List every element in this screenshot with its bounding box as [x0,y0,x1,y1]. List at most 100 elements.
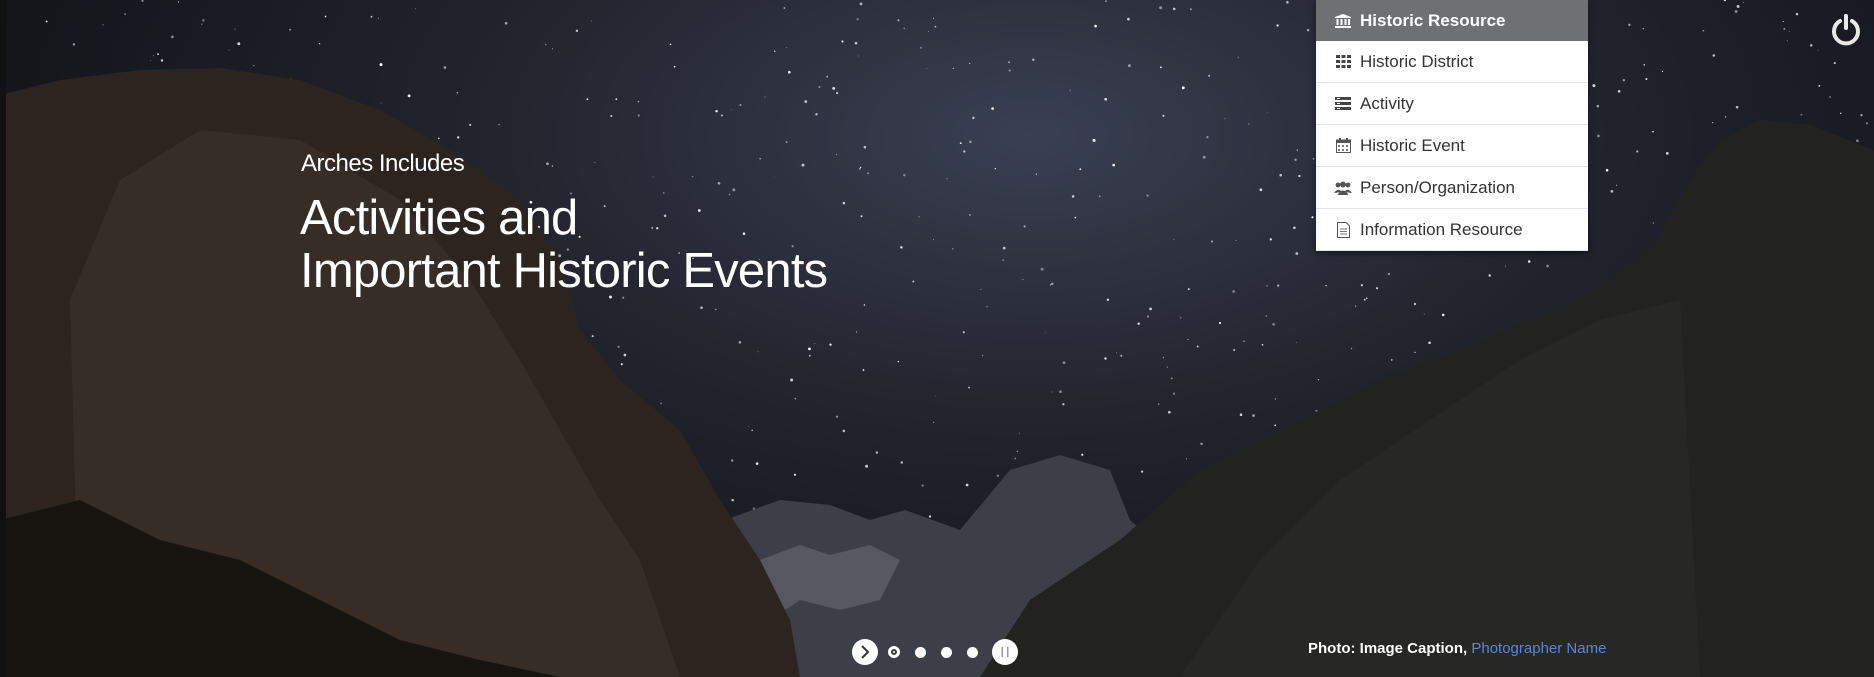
power-icon[interactable] [1830,14,1862,46]
star [1128,64,1131,67]
pause-button[interactable] [992,639,1018,665]
star [617,345,620,349]
star [1187,339,1189,340]
users-icon [1334,180,1352,196]
star [794,397,797,400]
star [785,141,788,144]
star [1390,359,1393,361]
star [1605,168,1609,172]
star [1206,136,1209,139]
hero-slide: Arches Includes Activities and Important… [0,0,1874,677]
menu-item-person-organization[interactable]: Person/Organization [1316,167,1588,209]
menu-item-information-resource[interactable]: Information Resource [1316,209,1588,251]
star [1094,24,1097,28]
star [933,239,934,241]
star [1269,238,1272,241]
star [252,64,255,67]
star [774,50,776,52]
star [660,402,663,405]
star [986,305,988,308]
star [1023,225,1026,228]
star [1261,343,1264,346]
star [875,451,879,454]
star [1642,28,1644,30]
star [623,353,627,357]
star [498,124,500,126]
star [1504,265,1506,267]
star [738,340,742,344]
star [1597,134,1600,138]
hero-kicker: Arches Includes [301,150,465,177]
star [946,178,948,180]
photographer-link[interactable]: Photographer Name [1471,640,1606,657]
slide-indicator-3[interactable] [941,646,952,658]
menu-item-historic-event[interactable]: Historic Event [1316,125,1588,167]
star [1622,79,1626,82]
star [1032,58,1035,61]
star [586,98,589,101]
star [1735,105,1739,109]
star [1306,29,1310,32]
slide-indicator-2[interactable] [915,646,926,658]
star [594,161,596,163]
star [1248,123,1250,125]
star [720,114,723,117]
star [637,100,640,103]
star [731,109,732,110]
frame-edge [0,0,6,677]
star [1840,112,1842,114]
star [1865,122,1868,125]
star [856,18,859,21]
star [1645,78,1648,80]
star [456,91,459,94]
star [1104,357,1107,360]
star [755,462,759,465]
star [1106,298,1110,301]
next-slide-button[interactable] [852,639,878,665]
star [1325,284,1327,287]
star [928,30,930,32]
star [1363,298,1366,301]
star [669,43,672,46]
menu-item-label: Historic Event [1360,135,1465,155]
star [1661,70,1664,73]
star [965,483,969,487]
slide-indicator-1[interactable] [888,646,900,658]
star [1170,377,1173,380]
slide-indicator-4[interactable] [967,646,978,658]
star [1643,64,1645,66]
star [818,86,821,88]
grid-icon [1334,54,1352,70]
star [832,87,836,90]
star [637,114,640,117]
star [1099,195,1101,198]
star [962,331,965,334]
star [1051,282,1054,286]
star [1224,118,1226,120]
star [860,215,863,218]
star [918,216,920,218]
star [1818,84,1821,87]
menu-item-historic-resource[interactable]: Historic Resource [1316,0,1588,41]
star [1062,361,1066,365]
menu-item-historic-district[interactable]: Historic District [1316,41,1588,83]
star [1140,470,1144,473]
star [1712,122,1714,124]
star [673,65,676,68]
star [1022,278,1024,280]
star [826,75,829,78]
menu-item-activity[interactable]: Activity [1316,83,1588,125]
star [1743,1,1744,3]
star [1665,152,1669,155]
star [1546,264,1549,268]
star [1783,27,1786,31]
star [759,158,761,160]
star [867,172,870,175]
star [815,113,817,116]
star [926,67,928,69]
star [1016,450,1019,453]
star [1051,391,1053,393]
star [842,429,846,433]
star [652,176,654,178]
star [1071,195,1075,198]
